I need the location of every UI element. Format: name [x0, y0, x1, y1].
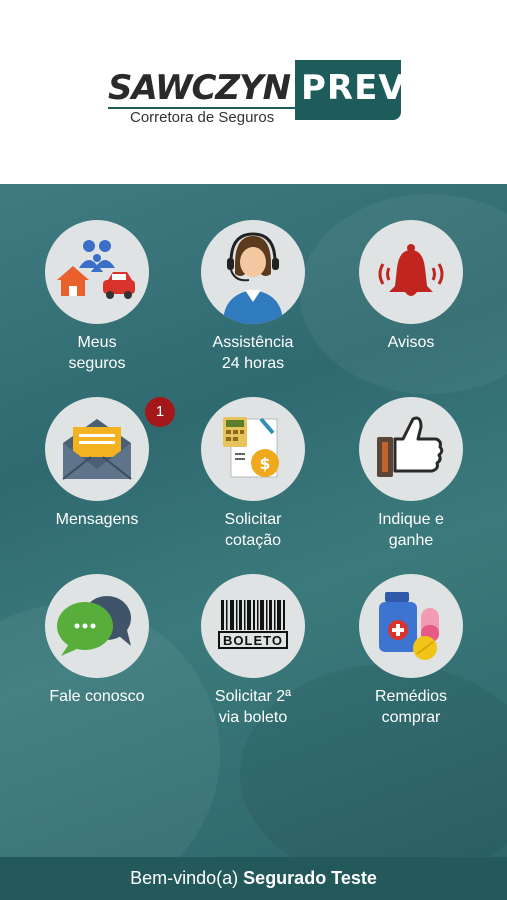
tile-segunda-via-boleto[interactable]: BOLETO Solicitar 2ª via boleto — [183, 574, 323, 728]
user-name: Segurado Teste — [243, 868, 377, 888]
barcode-boleto-icon: BOLETO — [201, 574, 305, 678]
svg-text:$: $ — [259, 454, 270, 473]
tile-mensagens[interactable]: 1 Mensagens — [27, 397, 175, 530]
alarm-bell-icon — [359, 220, 463, 324]
app-header: SAWCZYN PREV Corretora de Seguros — [0, 0, 507, 184]
logo-subtitle: Corretora de Seguros — [130, 109, 275, 126]
medicine-icon — [359, 574, 463, 678]
chat-bubbles-icon — [45, 574, 149, 678]
tile-label: Solicitar cotação — [224, 511, 282, 549]
logo-accent-text: PREV — [301, 68, 406, 108]
tile-label: Remédios comprar — [374, 688, 448, 726]
tile-label: Avisos — [387, 334, 435, 351]
family-house-car-icon — [45, 220, 149, 324]
boleto-text: BOLETO — [223, 633, 283, 648]
support-agent-icon — [201, 220, 305, 324]
tile-avisos[interactable]: Avisos — [341, 220, 481, 353]
welcome-footer: Bem-vindo(a) Segurado Teste — [0, 857, 507, 900]
tile-fale-conosco[interactable]: Fale conosco — [27, 574, 167, 707]
tile-label: Assistência 24 horas — [212, 334, 294, 372]
tile-remedios-comprar[interactable]: Remédios comprar — [341, 574, 481, 728]
tile-assistencia[interactable]: Assistência 24 horas — [183, 220, 323, 374]
tile-label: Meus seguros — [68, 334, 126, 372]
tile-meus-seguros[interactable]: Meus seguros — [27, 220, 167, 374]
tile-indique-e-ganhe[interactable]: Indique e ganhe — [341, 397, 481, 551]
unread-badge: 1 — [145, 397, 175, 427]
thumbs-up-icon — [359, 397, 463, 501]
menu-grid-area: Meus seguros Assistência 24 horas Avisos… — [0, 184, 507, 857]
calculator-document-icon: $ — [201, 397, 305, 501]
envelope-icon — [45, 397, 149, 501]
tile-label: Solicitar 2ª via boleto — [214, 688, 292, 726]
tile-label: Mensagens — [55, 511, 139, 528]
tile-solicitar-cotacao[interactable]: $ Solicitar cotação — [183, 397, 323, 551]
tile-label: Indique e ganhe — [378, 511, 444, 549]
logo-main-text: SAWCZYN — [108, 68, 291, 108]
welcome-greeting: Bem-vindo(a) — [130, 868, 244, 888]
tile-label: Fale conosco — [49, 688, 145, 705]
sawczynprev-logo: SAWCZYN PREV Corretora de Seguros — [108, 60, 405, 126]
